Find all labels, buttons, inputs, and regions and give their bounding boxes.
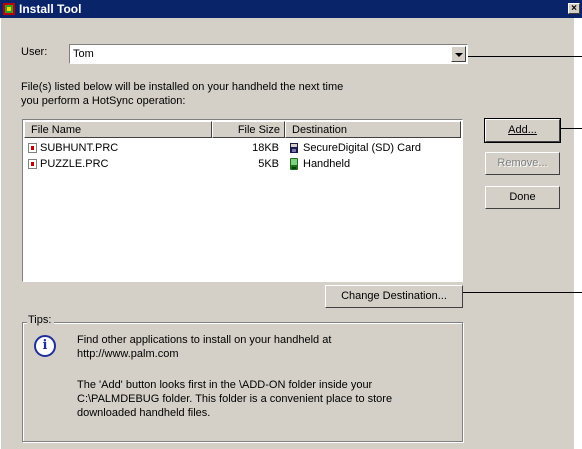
sd-card-icon <box>290 143 298 153</box>
info-icon: i <box>34 335 56 357</box>
callout-line-user <box>468 56 582 57</box>
tips-line-2: http://www.palm.com <box>77 348 179 360</box>
user-dropdown[interactable]: Tom <box>69 44 468 64</box>
done-button[interactable]: Done <box>485 186 560 209</box>
destination-cell: SecureDigital (SD) Card <box>303 142 421 154</box>
instructions-line-1: File(s) listed below will be installed o… <box>21 81 344 93</box>
user-label: User: <box>21 46 48 58</box>
add-button[interactable]: Add... <box>484 118 561 143</box>
prc-file-icon <box>28 159 37 169</box>
callout-line-add <box>560 128 582 129</box>
file-size-cell: 18KB <box>252 142 279 154</box>
prc-file-icon <box>28 143 37 153</box>
destination-cell: Handheld <box>303 158 351 170</box>
title-bar[interactable]: Install Tool × <box>0 0 582 18</box>
remove-button: Remove... <box>485 152 560 175</box>
close-button[interactable]: × <box>568 3 580 14</box>
instructions-line-2: you perform a HotSync operation: <box>21 95 186 107</box>
window-title: Install Tool <box>19 2 82 16</box>
tips-legend: Tips: <box>27 314 55 326</box>
chevron-down-icon[interactable] <box>451 46 466 62</box>
table-row[interactable]: SUBHUNT.PRC 18KB SecureDigital (SD) Card <box>24 140 461 156</box>
table-row[interactable]: PUZZLE.PRC 5KB Handheld <box>24 156 461 172</box>
callout-line-change-destination <box>463 292 582 293</box>
install-tool-app-icon <box>3 3 15 15</box>
file-size-cell: 5KB <box>258 158 279 170</box>
column-header-destination[interactable]: Destination <box>285 121 461 138</box>
tips-line-5: downloaded handheld files. <box>77 407 211 419</box>
tips-line-1: Find other applications to install on yo… <box>77 334 332 346</box>
tips-line-3: The 'Add' button looks first in the \ADD… <box>77 379 373 391</box>
handheld-icon <box>290 158 298 170</box>
column-header-file-size[interactable]: File Size <box>212 121 285 138</box>
user-dropdown-value: Tom <box>73 48 94 60</box>
column-header-file-name[interactable]: File Name <box>24 121 212 138</box>
file-name-cell: PUZZLE.PRC <box>40 158 109 170</box>
install-file-list[interactable]: File Name File Size Destination SUBHUNT.… <box>22 119 463 282</box>
tips-line-4: C:\PALMDEBUG folder. This folder is a co… <box>77 393 393 405</box>
file-name-cell: SUBHUNT.PRC <box>40 142 119 154</box>
change-destination-button[interactable]: Change Destination... <box>325 285 463 308</box>
